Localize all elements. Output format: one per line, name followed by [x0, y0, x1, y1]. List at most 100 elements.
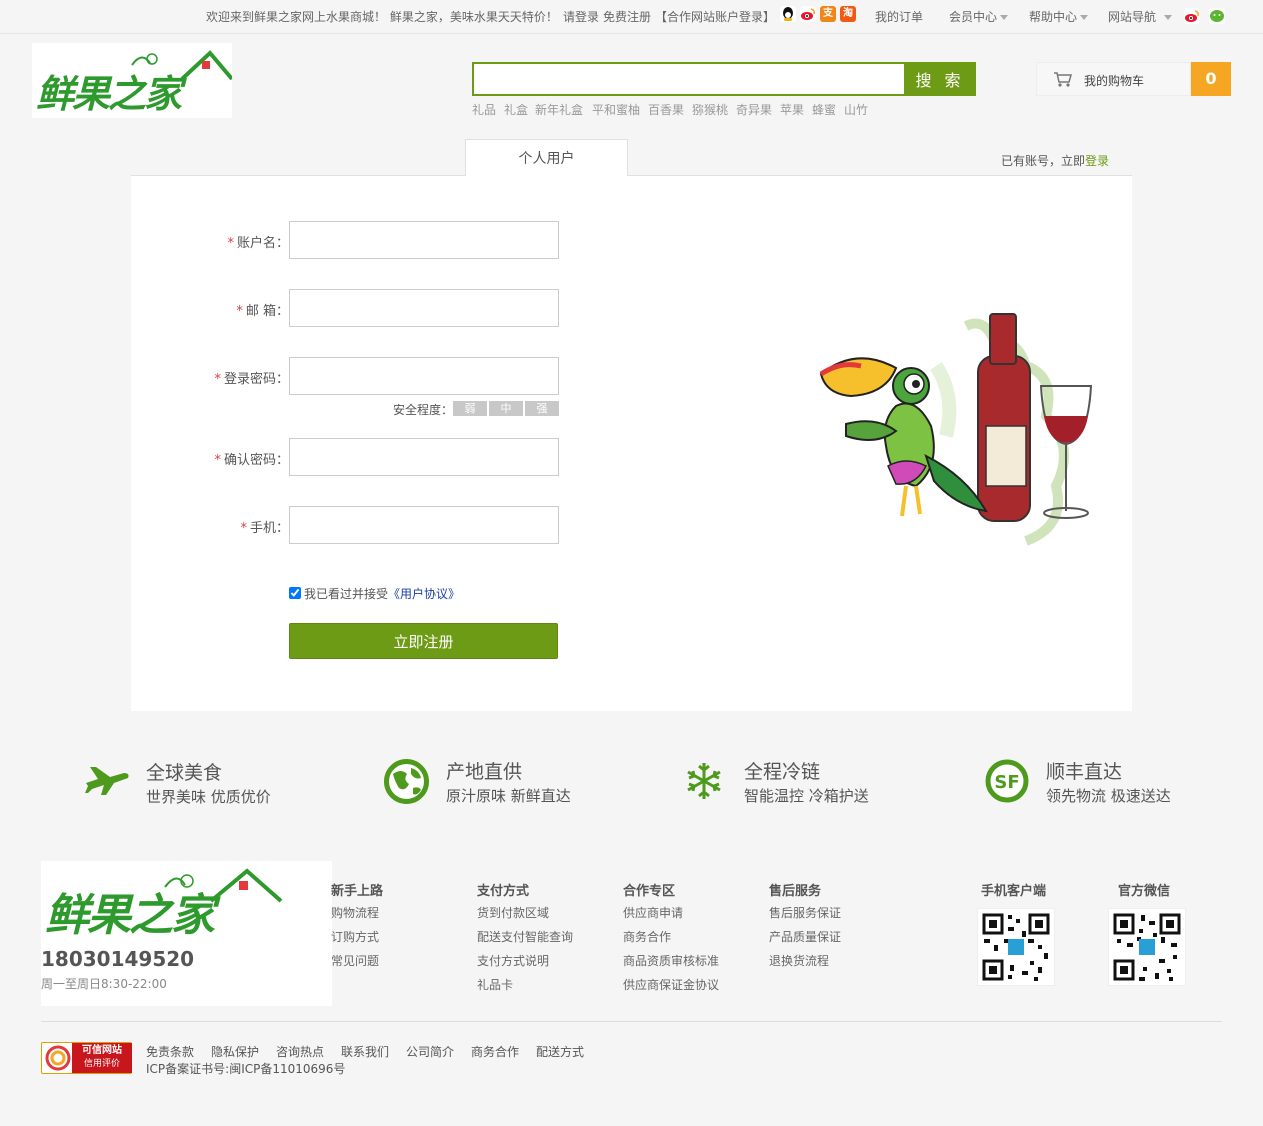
email-label: * 邮 箱： — [131, 300, 289, 319]
footer-bottom-link[interactable]: 公司简介 — [406, 1043, 454, 1060]
wechat-title: 官方微信 — [1118, 884, 1171, 899]
site-logo[interactable]: 鲜果之家 — [32, 43, 232, 118]
snowflake-icon — [687, 763, 721, 799]
agree-checkbox[interactable] — [289, 587, 301, 599]
register-link[interactable]: 免费注册 — [603, 9, 651, 25]
airplane-icon — [85, 767, 129, 795]
password-field[interactable] — [289, 357, 559, 395]
username-field[interactable] — [289, 221, 559, 259]
tab-personal-user[interactable]: 个人用户 — [465, 139, 628, 176]
footer-link[interactable]: 售后服务保证 — [769, 904, 841, 921]
confirm-password-field[interactable] — [289, 438, 559, 476]
site-nav-menu[interactable]: 网站导航 — [1108, 9, 1173, 25]
app-download-title: 手机客户端 — [981, 884, 1047, 899]
hot-keyword[interactable]: 蜂蜜 — [812, 101, 836, 118]
phone-label: * 手机： — [131, 517, 289, 536]
qq-icon[interactable] — [780, 6, 796, 22]
alipay-icon[interactable]: 支 — [820, 6, 836, 22]
footer-bottom-link[interactable]: 配送方式 — [536, 1043, 584, 1060]
footer-link[interactable]: 支付方式说明 — [477, 952, 549, 969]
wechat-qr-code — [1108, 908, 1186, 986]
logo-text: 鲜果之家 — [36, 71, 182, 116]
wechat-icon[interactable] — [1209, 8, 1225, 24]
footer-link[interactable]: 供应商申请 — [623, 904, 683, 921]
my-orders-link[interactable]: 我的订单 — [875, 9, 923, 25]
service-phone: 18030149520 — [41, 947, 195, 971]
help-center-menu[interactable]: 帮助中心 — [1029, 9, 1089, 25]
login-link[interactable]: 登录 — [1085, 154, 1109, 168]
feature-title: 全球美食 — [146, 762, 223, 784]
service-hours: 周一至周日8:30-22:00 — [41, 977, 167, 991]
cart-label: 我的购物车 — [1084, 74, 1145, 88]
chevron-down-icon — [1080, 15, 1089, 20]
hot-keyword[interactable]: 百香果 — [648, 101, 684, 118]
partner-login-link[interactable]: 【合作网站账户登录】 — [655, 9, 775, 25]
feature-title: 全程冷链 — [744, 761, 821, 783]
member-center-menu[interactable]: 会员中心 — [949, 9, 1009, 25]
qr-code-icon — [982, 913, 1050, 981]
footer-bottom-link[interactable]: 免责条款 — [146, 1043, 194, 1060]
site-nav-label: 网站导航 — [1108, 10, 1157, 24]
feature-subtitle: 原汁原味 新鲜直达 — [446, 787, 571, 805]
footer-link[interactable]: 供应商保证金协议 — [623, 976, 719, 993]
email-field[interactable] — [289, 289, 559, 327]
password-label-text: 登录密码： — [223, 372, 289, 387]
help-center-label: 帮助中心 — [1029, 10, 1078, 24]
footer-link[interactable]: 配送支付智能查询 — [477, 928, 573, 945]
feature-title: 顺丰直达 — [1046, 761, 1123, 783]
has-account-text: 已有账号，立即 — [1001, 154, 1086, 168]
search-button[interactable]: 搜 索 — [904, 62, 976, 96]
search-input[interactable] — [472, 62, 904, 96]
footer-link[interactable]: 商务合作 — [623, 928, 671, 945]
login-link[interactable]: 请登录 — [563, 9, 599, 25]
required-star: * — [227, 236, 234, 251]
trusted-site-badge[interactable]: 可信网站 信用评价 — [41, 1042, 132, 1074]
weibo-icon[interactable] — [800, 6, 816, 22]
footer-link[interactable]: 购物流程 — [331, 904, 379, 921]
footer-bottom-link[interactable]: 商务合作 — [471, 1043, 519, 1060]
phone-field[interactable] — [289, 506, 559, 544]
feature-title: 产地直供 — [446, 761, 523, 783]
app-qr-code — [977, 908, 1055, 986]
required-star: * — [214, 453, 221, 468]
footer-bottom-link[interactable]: 隐私保护 — [211, 1043, 259, 1060]
footer-divider — [41, 1021, 1222, 1022]
taobao-icon[interactable]: 淘 — [840, 6, 856, 22]
footer-link[interactable]: 订购方式 — [331, 928, 379, 945]
globe-icon — [384, 759, 429, 804]
hot-keyword[interactable]: 山竹 — [844, 101, 868, 118]
footer-link[interactable]: 商品资质审核标准 — [623, 952, 719, 969]
has-account-prompt: 已有账号，立即登录 — [1001, 152, 1109, 169]
phone-label-text: 手机： — [249, 521, 289, 536]
hot-keyword[interactable]: 猕猴桃 — [692, 101, 728, 118]
badge-subtitle: 信用评价 — [83, 1059, 120, 1069]
weibo-icon[interactable] — [1184, 8, 1200, 24]
footer-link[interactable]: 礼品卡 — [477, 976, 513, 993]
footer-column-title: 新手上路 — [331, 884, 384, 899]
hot-keyword[interactable]: 礼品 — [472, 101, 496, 118]
footer-link[interactable]: 产品质量保证 — [769, 928, 841, 945]
member-center-label: 会员中心 — [949, 10, 998, 24]
hot-keyword[interactable]: 平和蜜柚 — [592, 101, 640, 118]
footer-column-title: 售后服务 — [769, 884, 822, 899]
cart-count-badge[interactable]: 0 — [1191, 62, 1231, 96]
hot-keyword[interactable]: 礼盒 — [504, 101, 528, 118]
footer-bottom-link[interactable]: 联系我们 — [341, 1043, 389, 1060]
footer-logo-text: 鲜果之家 — [45, 890, 215, 941]
password-label: * 登录密码： — [131, 368, 289, 387]
footer-link[interactable]: 货到付款区域 — [477, 904, 549, 921]
footer-contact: 鲜果之家 18030149520 周一至周日8:30-22:00 — [41, 861, 332, 1006]
cart-icon — [1054, 72, 1072, 87]
username-label-text: 账户名： — [236, 236, 289, 251]
hot-keyword[interactable]: 苹果 — [780, 101, 804, 118]
hot-keyword[interactable]: 新年礼盒 — [535, 101, 583, 118]
hot-keyword[interactable]: 奇异果 — [736, 101, 772, 118]
welcome-text: 欢迎来到鲜果之家网上水果商城！ 鲜果之家，美味水果天天特价！ — [206, 10, 558, 24]
footer-bottom-link[interactable]: 咨询热点 — [276, 1043, 324, 1060]
footer-link[interactable]: 常见问题 — [331, 952, 379, 969]
footer-link[interactable]: 退换货流程 — [769, 952, 829, 969]
register-submit-button[interactable]: 立即注册 — [289, 623, 558, 659]
cart-button[interactable]: 我的购物车 — [1036, 62, 1191, 96]
user-agreement-link[interactable]: 《用户协议》 — [388, 587, 460, 601]
feature-subtitle: 领先物流 极速送达 — [1046, 787, 1171, 805]
